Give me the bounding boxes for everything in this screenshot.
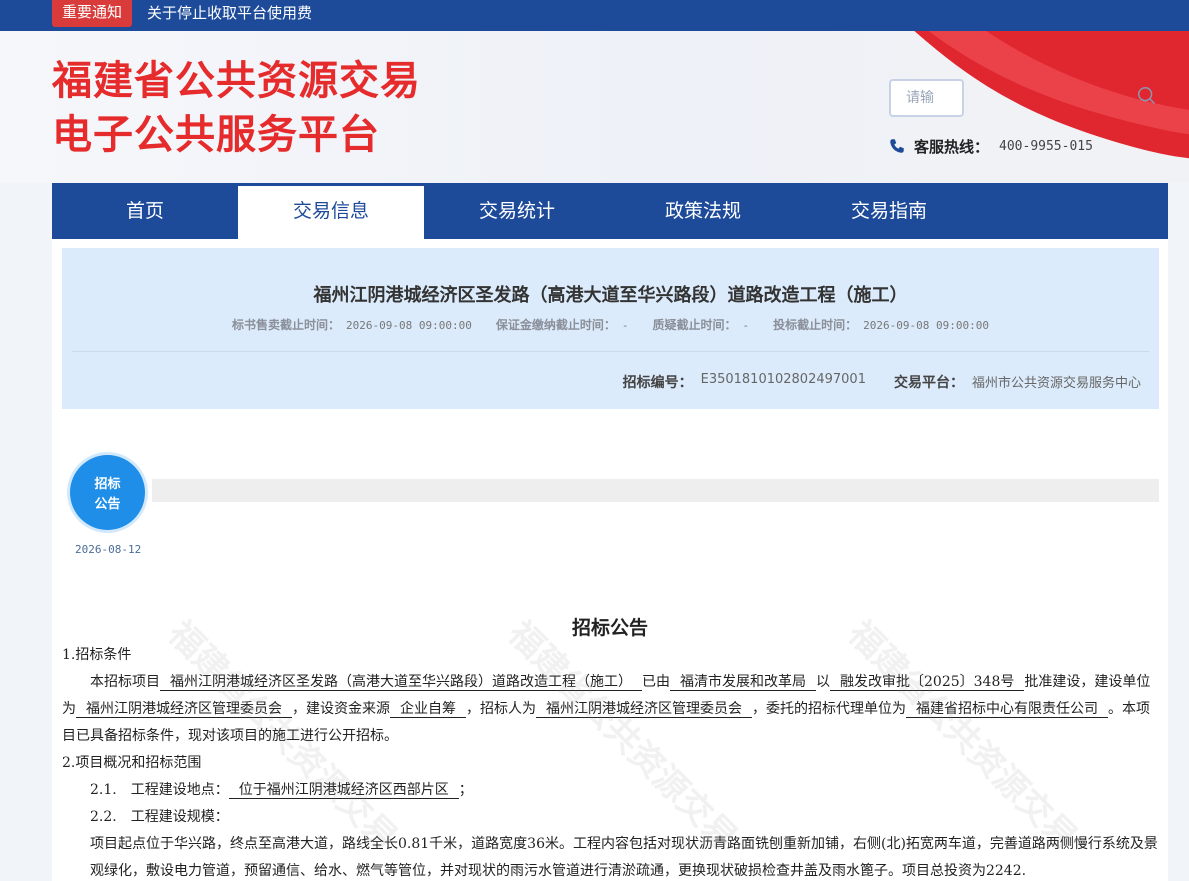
sale-deadline: 标书售卖截止时间： 2026-09-08 09:00:00 bbox=[232, 316, 472, 333]
announcement-title: 招标公告 bbox=[571, 617, 648, 639]
stage-date: 2026-08-12 bbox=[75, 543, 142, 556]
tender-code-label: 招标编号： bbox=[622, 375, 693, 391]
query-deadline-value: - bbox=[742, 319, 750, 332]
site-header: 福建省公共资源交易 电子公共服务平台 请输 客服热线： 400-9955-015 bbox=[0, 31, 1189, 183]
bid-deadline: 投标截止时间： 2026-09-08 09:00:00 bbox=[773, 316, 989, 333]
nav-home[interactable]: 首页 bbox=[52, 183, 238, 239]
deposit-deadline: 保证金缴纳截止时间： - bbox=[496, 316, 629, 333]
section-2-2: 2.2. 工程建设规模： bbox=[90, 809, 229, 825]
deposit-deadline-value: - bbox=[621, 319, 629, 332]
stage-label-line1: 招标 bbox=[94, 477, 121, 492]
scale-description: 项目起点位于华兴路，终点至高港大道，路线全长0.81千米，道路宽度36米。工程内… bbox=[90, 836, 1158, 879]
section-1-heading: 1.招标条件 bbox=[62, 647, 132, 663]
hotline: 客服热线： 400-9955-015 bbox=[888, 135, 1093, 157]
query-deadline: 质疑截止时间： - bbox=[653, 316, 750, 333]
logo-title-line1[interactable]: 福建省公共资源交易 bbox=[52, 58, 421, 104]
tender-code-value: E3501810102802497001 bbox=[700, 372, 866, 387]
approver-value: 福清市发展和改革局 bbox=[670, 674, 816, 691]
owner-value: 福州江阴港城经济区管理委员会 bbox=[76, 701, 292, 718]
project-name-value: 福州江阴港城经济区圣发路（高港大道至华兴路段）道路改造工程（施工） bbox=[160, 674, 642, 691]
code-row: 招标编号： E3501810102802497001 交易平台： 福州市公共资源… bbox=[623, 372, 1141, 392]
deadline-row: 标书售卖截止时间： 2026-09-08 09:00:00 保证金缴纳截止时间： -… bbox=[62, 316, 1159, 333]
tenderer-value: 福州江阴港城经济区管理委员会 bbox=[536, 701, 752, 718]
project-info-panel: 福州江阴港城经济区圣发路（高港大道至华兴路段）道路改造工程（施工） 标书售卖截止… bbox=[62, 248, 1159, 409]
announcement-body: 1.招标条件 本招标项目 福州江阴港城经济区圣发路（高港大道至华兴路段）道路改造工… bbox=[62, 642, 1160, 881]
notice-link[interactable]: 关于停止收取平台使用费 bbox=[147, 3, 312, 23]
section-1-paragraph: 本招标项目 福州江阴港城经济区圣发路（高港大道至华兴路段）道路改造工程（施工） 已由… bbox=[62, 674, 1151, 744]
logo-title-line2[interactable]: 电子公共服务平台 bbox=[52, 112, 380, 158]
hotline-label: 客服热线： bbox=[914, 137, 990, 156]
main-nav: 首页 交易信息 交易统计 政策法规 交易指南 bbox=[52, 183, 1168, 239]
stage-label-line2: 公告 bbox=[94, 497, 121, 512]
project-title: 福州江阴港城经济区圣发路（高港大道至华兴路段）道路改造工程（施工） bbox=[313, 285, 908, 306]
query-deadline-label: 质疑截止时间： bbox=[652, 318, 737, 332]
sale-deadline-value: 2026-09-08 09:00:00 bbox=[346, 319, 472, 332]
nav-trade-stats[interactable]: 交易统计 bbox=[424, 183, 610, 239]
platform-label: 交易平台： bbox=[893, 375, 964, 391]
nav-policy[interactable]: 政策法规 bbox=[610, 183, 796, 239]
deposit-deadline-label: 保证金缴纳截止时间： bbox=[495, 318, 616, 332]
phone-icon bbox=[890, 139, 904, 153]
platform-value: 福州市公共资源交易服务中心 bbox=[971, 376, 1141, 391]
bid-deadline-value: 2026-09-08 09:00:00 bbox=[863, 319, 989, 332]
stage-tender-notice[interactable]: 招标 公告 bbox=[70, 455, 145, 530]
search-input[interactable]: 请输 bbox=[889, 79, 964, 117]
fund-value: 企业自筹 bbox=[390, 701, 466, 718]
location-value: 位于福州江阴港城经济区西部片区 bbox=[228, 782, 459, 799]
approval-doc-value: 融发改审批〔2025〕348号 bbox=[830, 674, 1025, 691]
bid-deadline-label: 投标截止时间： bbox=[773, 318, 858, 332]
search-icon[interactable] bbox=[1136, 85, 1158, 107]
agent-value: 福建省招标中心有限责任公司 bbox=[906, 701, 1108, 718]
section-2-1: 2.1. 工程建设地点： 位于福州江阴港城经济区西部片区； bbox=[90, 782, 473, 799]
content-panel: 福州江阴港城经济区圣发路（高港大道至华兴路段）道路改造工程（施工） 标书售卖截止… bbox=[52, 239, 1168, 881]
sale-deadline-label: 标书售卖截止时间： bbox=[232, 318, 341, 332]
nav-trade-info[interactable]: 交易信息 bbox=[238, 183, 424, 239]
timeline-track bbox=[152, 479, 1159, 502]
notice-tag[interactable]: 重要通知 bbox=[52, 0, 133, 27]
notice-bar: 重要通知 关于停止收取平台使用费 bbox=[0, 0, 1189, 31]
info-divider bbox=[72, 351, 1149, 352]
hotline-number: 400-9955-015 bbox=[999, 138, 1093, 154]
nav-guide[interactable]: 交易指南 bbox=[796, 183, 982, 239]
section-2-heading: 2.项目概况和招标范围 bbox=[62, 755, 202, 771]
